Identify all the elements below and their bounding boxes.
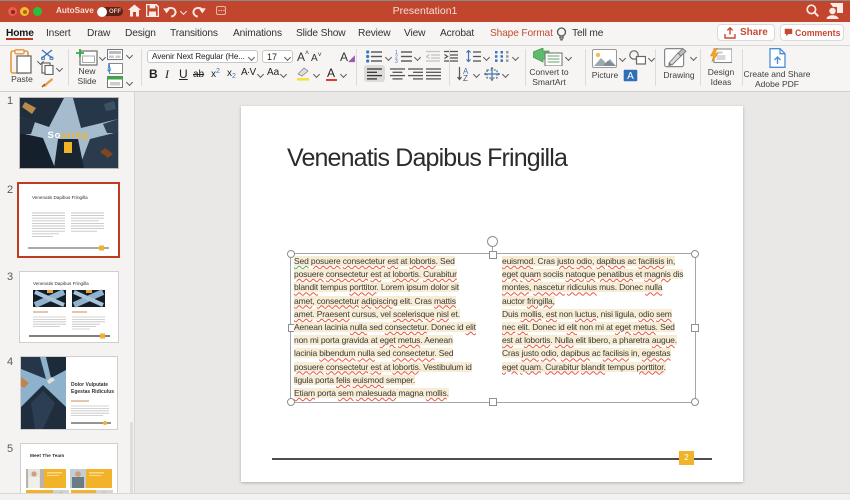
svg-text:3: 3 (395, 59, 398, 63)
svg-text:Venenatis Dapibus Fringilla: Venenatis Dapibus Fringilla (33, 281, 89, 286)
svg-text:A: A (627, 71, 634, 82)
svg-text:Z: Z (463, 74, 468, 81)
svg-text:Meet The Team: Meet The Team (30, 453, 64, 459)
svg-text:Soaring: Soaring (48, 130, 89, 141)
svg-text:Egestas Ridiculus: Egestas Ridiculus (71, 389, 114, 395)
svg-text:Venenatis Dapibus Fringilla: Venenatis Dapibus Fringilla (32, 195, 88, 200)
svg-text:Dolor Vulputate: Dolor Vulputate (71, 382, 108, 388)
